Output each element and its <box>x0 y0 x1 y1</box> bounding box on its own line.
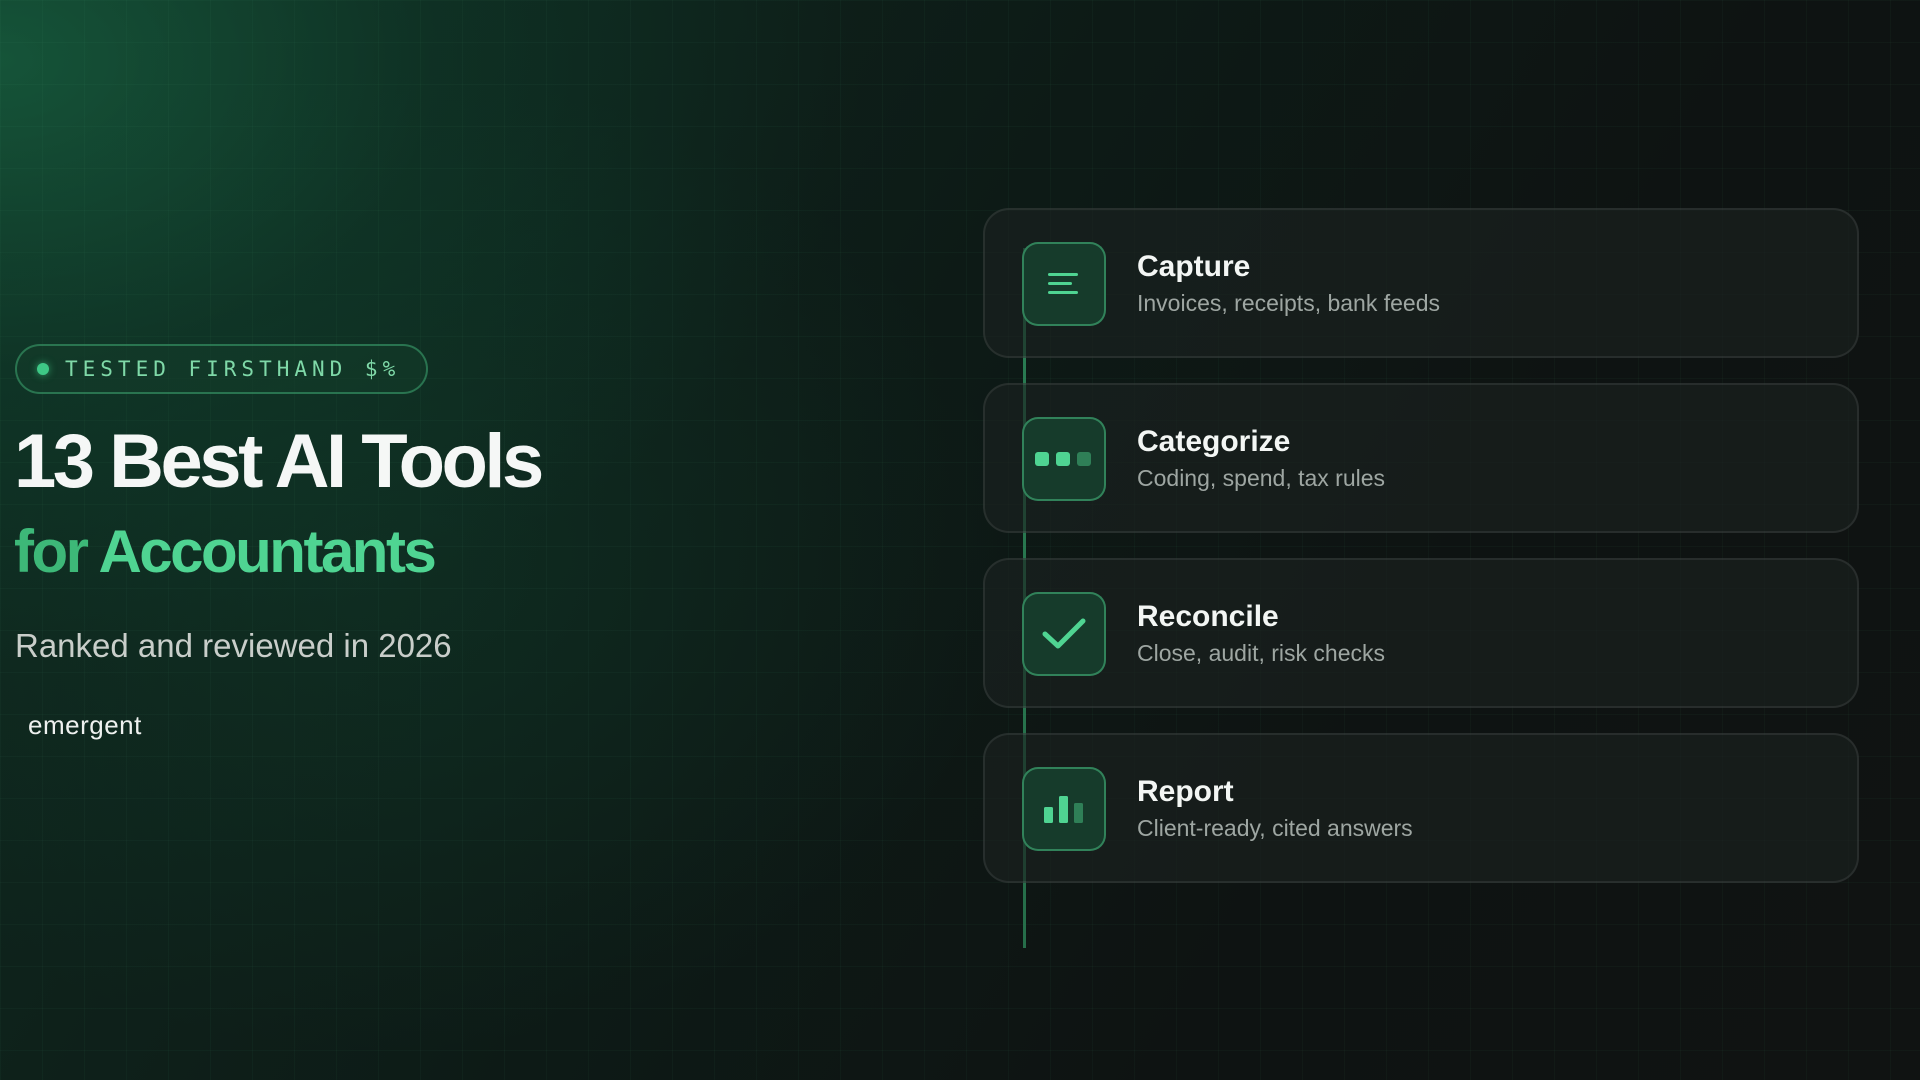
step-card-categorize[interactable]: Categorize Coding, spend, tax rules <box>983 383 1859 533</box>
lines-icon <box>1048 273 1078 294</box>
step-title: Categorize <box>1137 425 1291 458</box>
step-description: Invoices, receipts, bank feeds <box>1137 290 1440 316</box>
step-title: Reconcile <box>1137 600 1279 633</box>
step-description: Client-ready, cited answers <box>1137 815 1413 841</box>
step-icon-box <box>1022 592 1106 676</box>
headline-line-2: for Accountants <box>14 522 437 582</box>
step-icon-box <box>1022 767 1106 851</box>
workflow-steps: Capture Invoices, receipts, bank feeds C… <box>983 208 1859 948</box>
headline-prefix: for <box>14 518 89 585</box>
step-title: Report <box>1137 775 1234 808</box>
page-subtitle: Ranked and reviewed in 2026 <box>15 627 452 664</box>
tested-badge: TESTED FIRSTHAND $% <box>15 344 429 394</box>
badge-label: TESTED FIRSTHAND $% <box>65 357 401 381</box>
step-card-reconcile[interactable]: Reconcile Close, audit, risk checks <box>983 558 1859 708</box>
bar-chart-icon <box>1044 796 1083 823</box>
brand-logo: emergent <box>28 710 142 740</box>
step-card-report[interactable]: Report Client-ready, cited answers <box>983 733 1859 883</box>
headline-line-1: 13 Best AI Tools <box>14 419 544 504</box>
check-icon <box>1042 618 1086 649</box>
step-icon-box <box>1022 417 1106 501</box>
status-dot-icon <box>37 363 49 375</box>
step-description: Close, audit, risk checks <box>1137 640 1385 666</box>
step-description: Coding, spend, tax rules <box>1137 465 1386 491</box>
dots-icon <box>1035 452 1091 466</box>
step-title: Capture <box>1137 250 1251 283</box>
headline-highlight: Accountants <box>98 518 436 585</box>
hero-canvas: TESTED FIRSTHAND $% 13 Best AI Tools for… <box>0 0 1920 1080</box>
step-card-capture[interactable]: Capture Invoices, receipts, bank feeds <box>983 208 1859 358</box>
step-icon-box <box>1022 242 1106 326</box>
